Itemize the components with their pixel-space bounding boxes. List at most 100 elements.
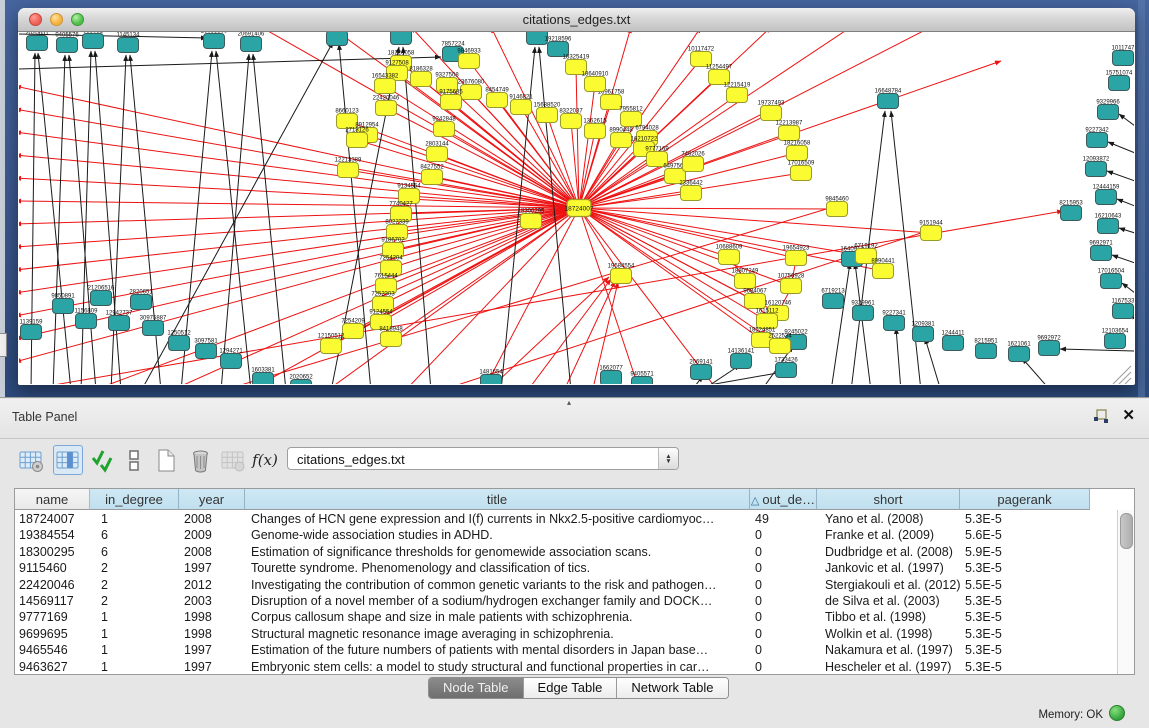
graph-node[interactable] — [481, 375, 502, 385]
graph-node[interactable] — [221, 354, 242, 369]
delete-table-icon[interactable] — [185, 445, 215, 475]
graph-node[interactable] — [1061, 206, 1082, 221]
graph-node[interactable] — [1086, 162, 1107, 177]
graph-node[interactable] — [585, 77, 606, 92]
graph-node[interactable] — [585, 124, 606, 139]
graph-node[interactable] — [487, 93, 508, 108]
graph-node[interactable] — [327, 32, 348, 46]
column-header-out_de[interactable]: △out_de… — [750, 489, 817, 510]
table-row[interactable]: 2242004622012Investigating the contribut… — [15, 577, 1118, 593]
graph-node[interactable] — [1039, 341, 1060, 356]
function-builder-icon[interactable]: f(x) — [250, 445, 280, 475]
graph-node[interactable] — [681, 186, 702, 201]
citation-network-graph[interactable]: 2020651940557698508111451341603380920691… — [19, 32, 1134, 384]
tab-node-table[interactable]: Node Table — [429, 678, 524, 698]
graph-node[interactable] — [459, 54, 480, 69]
graph-node[interactable] — [884, 316, 905, 331]
graph-node[interactable] — [786, 251, 807, 266]
new-table-icon[interactable] — [151, 445, 181, 475]
window-titlebar[interactable]: citations_edges.txt — [18, 8, 1135, 32]
split-pane-handle-icon[interactable]: ▴ — [567, 398, 571, 407]
graph-node[interactable] — [601, 371, 622, 385]
table-settings-icon[interactable] — [16, 445, 46, 475]
graph-node[interactable] — [781, 279, 802, 294]
graph-node[interactable] — [83, 34, 104, 49]
graph-node[interactable] — [241, 37, 262, 52]
table-row[interactable]: 946554611997Estimation of the future num… — [15, 642, 1118, 658]
column-header-year[interactable]: year — [179, 489, 245, 510]
table-row[interactable]: 1872400712008Changes of HCN gene express… — [15, 511, 1118, 527]
graph-node[interactable] — [343, 324, 364, 339]
graph-node[interactable] — [253, 373, 274, 385]
graph-node[interactable] — [787, 146, 808, 161]
table-row[interactable]: 1830029562008Estimation of significance … — [15, 544, 1118, 560]
graph-node[interactable] — [434, 122, 455, 137]
graph-node[interactable] — [196, 344, 217, 359]
graph-node[interactable] — [913, 327, 934, 342]
graph-node[interactable] — [21, 325, 42, 340]
float-window-icon[interactable] — [1093, 408, 1109, 424]
graph-node[interactable] — [169, 336, 190, 351]
table-row[interactable]: 969969511998Structural magnetic resonanc… — [15, 626, 1118, 642]
column-header-pagerank[interactable]: pagerank — [960, 489, 1090, 510]
graph-node[interactable] — [1113, 51, 1134, 66]
graph-node[interactable] — [347, 133, 368, 148]
graph-node[interactable] — [878, 94, 899, 109]
table-select-dropdown[interactable]: citations_edges.txt ▲▼ — [287, 447, 679, 470]
graph-node[interactable] — [823, 294, 844, 309]
graph-node[interactable] — [27, 36, 48, 51]
graph-node[interactable] — [632, 377, 653, 385]
graph-node[interactable] — [943, 336, 964, 351]
graph-node[interactable] — [727, 88, 748, 103]
graph-node[interactable] — [391, 32, 412, 45]
column-header-title[interactable]: title — [245, 489, 750, 510]
graph-node[interactable] — [338, 163, 359, 178]
graph-node[interactable] — [976, 344, 997, 359]
table-row[interactable]: 946362711997Embryonic stem cells: a mode… — [15, 659, 1118, 675]
column-header-in_degree[interactable]: in_degree — [90, 489, 179, 510]
select-rows-icon[interactable] — [88, 445, 118, 475]
graph-node[interactable] — [1105, 334, 1126, 349]
table-row[interactable]: 1456911722003Disruption of a novel membe… — [15, 593, 1118, 609]
graph-node[interactable] — [131, 295, 152, 310]
graph-node[interactable] — [204, 34, 225, 49]
graph-node[interactable] — [691, 365, 712, 380]
graph-node[interactable] — [375, 79, 396, 94]
graph-node[interactable] — [427, 147, 448, 162]
graph-node[interactable] — [776, 363, 797, 378]
graph-node[interactable] — [827, 202, 848, 217]
clear-selection-icon[interactable] — [119, 445, 149, 475]
table-row[interactable]: 977716911998Corpus callosum shape and si… — [15, 609, 1118, 625]
graph-node[interactable] — [561, 114, 582, 129]
column-header-short[interactable]: short — [817, 489, 960, 510]
graph-node[interactable] — [770, 339, 791, 354]
scrollbar-thumb[interactable] — [1120, 513, 1133, 549]
graph-node[interactable] — [57, 38, 78, 53]
show-columns-icon[interactable] — [53, 445, 83, 475]
graph-node[interactable] — [761, 106, 782, 121]
graph-node[interactable] — [779, 126, 800, 141]
vertical-scrollbar[interactable] — [1117, 510, 1134, 674]
column-header-name[interactable]: name — [15, 489, 90, 510]
graph-node[interactable] — [1009, 347, 1030, 362]
graph-node[interactable] — [441, 95, 462, 110]
graph-node[interactable] — [853, 306, 874, 321]
tab-edge-table[interactable]: Edge Table — [524, 678, 618, 698]
graph-node[interactable] — [511, 100, 532, 115]
table-panel-titlebar[interactable]: ▴ Table Panel ✕ — [0, 399, 1149, 439]
close-panel-icon[interactable]: ✕ — [1122, 406, 1135, 424]
tab-network-table[interactable]: Network Table — [617, 678, 727, 698]
graph-node[interactable] — [381, 332, 402, 347]
graph-node[interactable] — [1091, 246, 1112, 261]
graph-node[interactable] — [1113, 304, 1134, 319]
graph-node[interactable] — [118, 38, 139, 53]
graph-node[interactable] — [611, 133, 632, 148]
graph-node[interactable] — [1101, 274, 1122, 289]
graph-node[interactable] — [109, 316, 130, 331]
table-row[interactable]: 1938455462009Genome-wide association stu… — [15, 527, 1118, 543]
graph-node[interactable] — [376, 101, 397, 116]
graph-node[interactable] — [411, 72, 432, 87]
graph-node[interactable] — [537, 108, 558, 123]
graph-node[interactable] — [1109, 76, 1130, 91]
graph-node[interactable] — [611, 269, 632, 284]
